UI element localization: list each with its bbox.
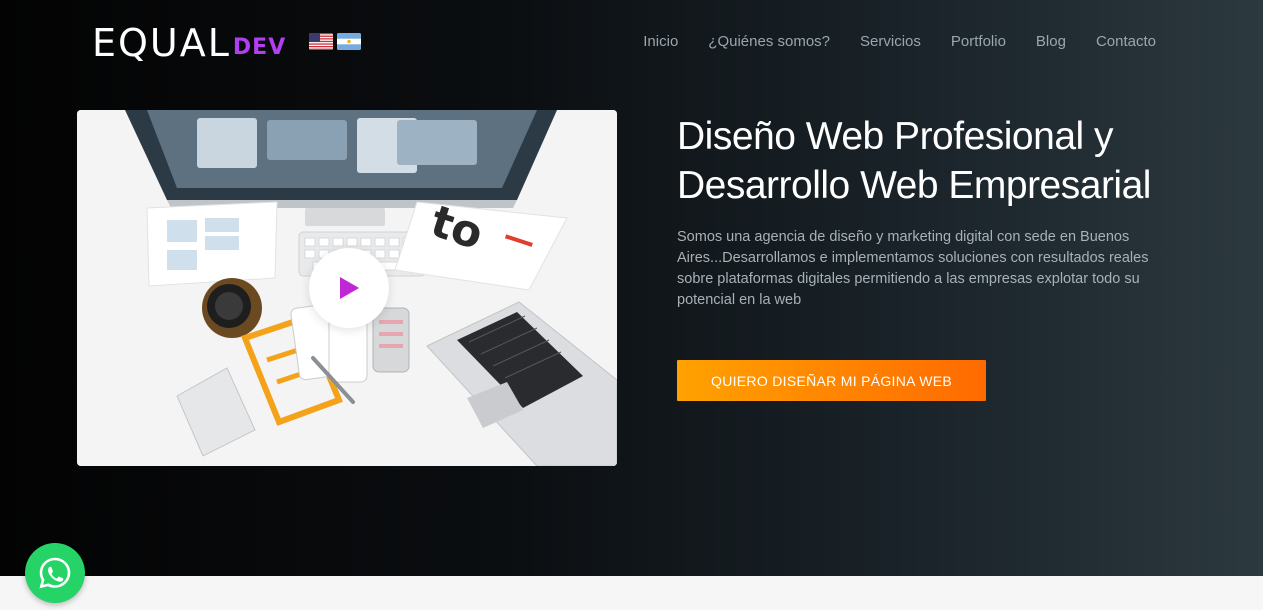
nav-quienes-somos[interactable]: ¿Quiénes somos? bbox=[708, 32, 830, 52]
next-section bbox=[0, 576, 1263, 610]
hero-headline: Diseño Web Profesional y Desarrollo Web … bbox=[677, 115, 1151, 207]
nav-portfolio[interactable]: Portfolio bbox=[951, 32, 1006, 52]
nav-contacto[interactable]: Contacto bbox=[1096, 32, 1156, 52]
nav-blog[interactable]: Blog bbox=[1036, 32, 1066, 52]
site-logo[interactable]: EQUAL DEV bbox=[92, 22, 286, 62]
whatsapp-button[interactable] bbox=[25, 543, 85, 603]
language-switcher bbox=[309, 33, 361, 50]
hero-video[interactable]: to bbox=[77, 110, 617, 466]
nav-inicio[interactable]: Inicio bbox=[643, 32, 678, 52]
play-icon bbox=[340, 277, 359, 299]
main-nav: Inicio ¿Quiénes somos? Servicios Portfol… bbox=[643, 32, 1156, 52]
us-flag-icon[interactable] bbox=[309, 33, 333, 50]
nav-servicios[interactable]: Servicios bbox=[860, 32, 921, 52]
logo-main-text: EQUAL bbox=[92, 21, 231, 65]
cta-design-website-button[interactable]: QUIERO DISEÑAR MI PÁGINA WEB bbox=[677, 360, 986, 401]
whatsapp-icon bbox=[39, 557, 71, 589]
argentina-flag-icon[interactable] bbox=[337, 33, 361, 50]
logo-sub-text: DEV bbox=[232, 35, 287, 60]
hero-description: Somos una agencia de diseño y marketing … bbox=[677, 229, 1149, 308]
video-play-button[interactable] bbox=[309, 248, 389, 328]
